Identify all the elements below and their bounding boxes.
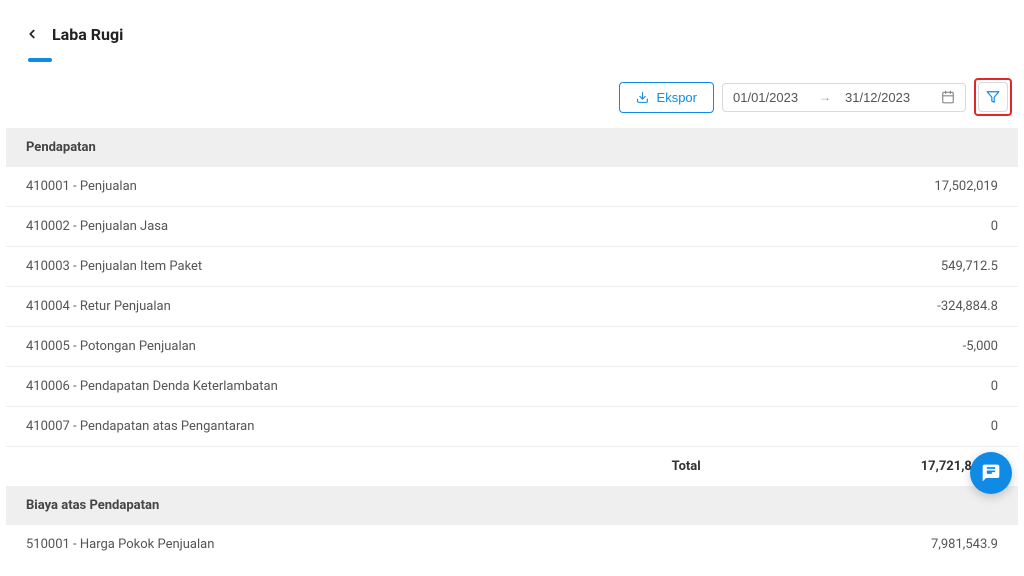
date-from-input[interactable] [733,90,805,105]
filter-button-highlight [974,78,1012,116]
page-title: Laba Rugi [52,25,123,44]
table-row: 410007 - Pendapatan atas Pengantaran 0 [6,406,1018,446]
filter-button[interactable] [978,82,1008,112]
chat-fab[interactable] [970,452,1012,494]
row-value: 17,502,019 [934,179,998,194]
row-label: 410003 - Penjualan Item Paket [26,259,202,274]
table-row: 410005 - Potongan Penjualan -5,000 [6,326,1018,366]
row-value: -5,000 [963,339,998,354]
row-label: 510001 - Harga Pokok Penjualan [26,537,214,552]
row-value: 549,712.5 [941,259,998,274]
table-row: 410001 - Penjualan 17,502,019 [6,167,1018,206]
table-row: 510001 - Harga Pokok Penjualan 7,981,543… [6,525,1018,564]
total-label: Total [672,459,701,474]
table-row: 410003 - Penjualan Item Paket 549,712.5 [6,246,1018,286]
back-button[interactable] [22,24,42,44]
section-header-biaya: Biaya atas Pendapatan [6,486,1018,525]
export-button[interactable]: Ekspor [619,82,714,113]
toolbar: Ekspor → [6,78,1018,128]
export-label: Ekspor [657,90,697,105]
row-label: 410002 - Penjualan Jasa [26,219,168,234]
date-to-input[interactable] [845,90,917,105]
table-row: 410002 - Penjualan Jasa 0 [6,206,1018,246]
download-icon [636,91,649,104]
row-value: 0 [991,379,998,394]
table-row: 410006 - Pendapatan Denda Keterlambatan … [6,366,1018,406]
row-label: 410005 - Potongan Penjualan [26,339,196,354]
row-value: 7,981,543.9 [931,537,998,552]
calendar-icon [941,90,955,104]
accent-bar [28,58,52,62]
chevron-left-icon [25,27,39,41]
row-value: 0 [991,419,998,434]
row-label: 410007 - Pendapatan atas Pengantaran [26,419,254,434]
date-range-picker[interactable]: → [722,83,966,112]
row-value: -324,884.8 [937,299,998,314]
table-row: 410004 - Retur Penjualan -324,884.8 [6,286,1018,326]
arrow-right-icon: → [819,90,831,104]
row-label: 410006 - Pendapatan Denda Keterlambatan [26,379,278,394]
row-label: 410001 - Penjualan [26,179,137,194]
row-label: 410004 - Retur Penjualan [26,299,171,314]
total-row: Total 17,721,846.7 [6,446,1018,486]
section-header-pendapatan: Pendapatan [6,128,1018,167]
chat-icon [981,463,1001,483]
row-value: 0 [991,219,998,234]
filter-icon [986,90,1000,104]
